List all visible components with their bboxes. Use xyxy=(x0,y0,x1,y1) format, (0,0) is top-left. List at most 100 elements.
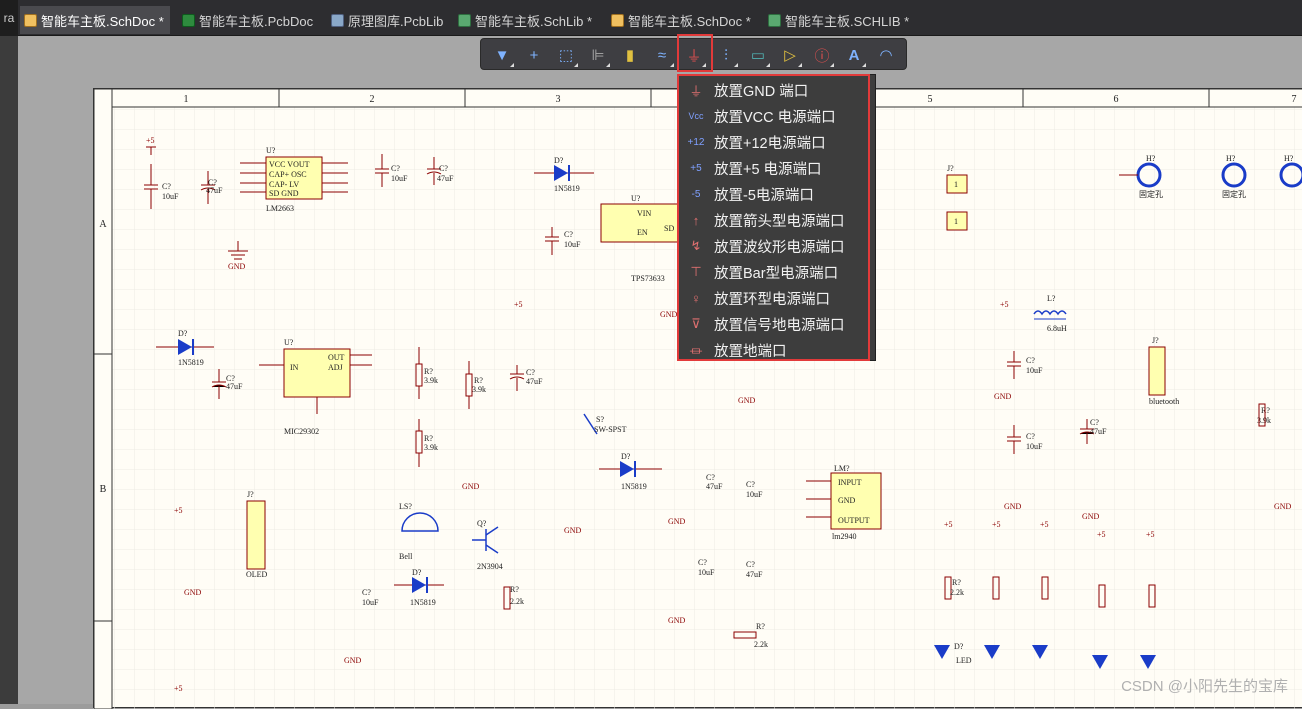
svg-text:10uF: 10uF xyxy=(746,490,763,499)
svg-text:Q?: Q? xyxy=(477,519,487,528)
svg-text:R?: R? xyxy=(424,367,433,376)
svg-text:GND: GND xyxy=(668,517,686,526)
row-label: B xyxy=(100,484,107,495)
svg-text:Bell: Bell xyxy=(399,552,413,561)
svg-text:+5: +5 xyxy=(1000,300,1009,309)
tab-schlib-upper[interactable]: 智能车主板.SCHLIB * xyxy=(768,8,909,32)
collapsed-panel-tab[interactable]: ra xyxy=(0,0,18,36)
svg-text:EN: EN xyxy=(637,228,648,237)
svg-text:SD GND: SD GND xyxy=(269,189,299,198)
svg-text:U?: U? xyxy=(631,194,641,203)
svg-text:OUTPUT: OUTPUT xyxy=(838,516,870,525)
svg-text:10uF: 10uF xyxy=(162,192,179,201)
align-icon[interactable]: ⊫ xyxy=(585,42,611,68)
svg-text:C?: C? xyxy=(1026,356,1035,365)
select-box-icon[interactable]: ⬚ xyxy=(553,42,579,68)
svg-text:1N5819: 1N5819 xyxy=(178,358,204,367)
tab-schdoc-main[interactable]: 智能车主板.SchDoc * xyxy=(20,6,170,34)
text-icon[interactable]: A xyxy=(841,42,867,68)
svg-text:C?: C? xyxy=(1090,418,1099,427)
col-label: 1 xyxy=(184,94,189,105)
port-icon[interactable]: ▷ xyxy=(777,42,803,68)
svg-text:SD: SD xyxy=(664,224,674,233)
svg-text:GND: GND xyxy=(564,526,582,535)
svg-text:L?: L? xyxy=(1047,294,1056,303)
svg-text:2.2k: 2.2k xyxy=(510,597,524,606)
svg-text:R?: R? xyxy=(756,622,765,631)
svg-text:1: 1 xyxy=(954,217,958,226)
document-tab-bar: ra 智能车主板.SchDoc * 智能车主板.PcbDoc 原理图库.PcbL… xyxy=(0,0,1302,36)
svg-text:LS?: LS? xyxy=(399,502,412,511)
tab-label: 智能车主板.SchDoc * xyxy=(41,13,164,29)
component-icon[interactable]: ▮ xyxy=(617,42,643,68)
svg-text:+5: +5 xyxy=(174,684,183,693)
svg-text:GND: GND xyxy=(1082,512,1100,521)
svg-text:J?: J? xyxy=(1152,336,1159,345)
svg-text:R?: R? xyxy=(424,434,433,443)
svg-text:LED: LED xyxy=(956,656,972,665)
svg-text:1N5819: 1N5819 xyxy=(410,598,436,607)
svg-text:47uF: 47uF xyxy=(206,186,223,195)
svg-text:lm2940: lm2940 xyxy=(832,532,856,541)
no-erc-icon[interactable]: ⓘ xyxy=(809,42,835,68)
tab-label: 智能车主板.SchDoc * xyxy=(628,13,751,29)
svg-text:CAP- LV: CAP- LV xyxy=(269,180,299,189)
svg-text:D?: D? xyxy=(621,452,631,461)
svg-text:C?: C? xyxy=(439,164,448,173)
filter-icon[interactable]: ▼ xyxy=(489,42,515,68)
svg-text:VIN: VIN xyxy=(637,209,651,218)
svg-text:GND: GND xyxy=(462,482,480,491)
tab-pcblib[interactable]: 原理图库.PcbLib xyxy=(331,8,443,32)
col-label: 5 xyxy=(928,94,933,105)
svg-text:3.9k: 3.9k xyxy=(424,376,438,385)
svg-text:H?: H? xyxy=(1146,154,1156,163)
svg-text:+5: +5 xyxy=(1040,520,1049,529)
svg-text:LM2663: LM2663 xyxy=(266,204,294,213)
svg-text:47uF: 47uF xyxy=(226,382,243,391)
svg-text:GND: GND xyxy=(228,262,246,271)
tab-pcbdoc[interactable]: 智能车主板.PcbDoc xyxy=(182,8,313,32)
svg-text:U?: U? xyxy=(266,146,276,155)
svg-text:CAP+ OSC: CAP+ OSC xyxy=(269,170,307,179)
svg-text:TPS73633: TPS73633 xyxy=(631,274,665,283)
tab-schlib[interactable]: 智能车主板.SchLib * xyxy=(458,8,592,32)
schlib-icon xyxy=(458,13,471,27)
row-label: A xyxy=(99,219,107,230)
svg-text:+5: +5 xyxy=(1097,530,1106,539)
svg-text:C?: C? xyxy=(706,473,715,482)
svg-text:10uF: 10uF xyxy=(362,598,379,607)
svg-text:10uF: 10uF xyxy=(1026,366,1043,375)
svg-text:VCC VOUT: VCC VOUT xyxy=(269,160,310,169)
pcbdoc-icon xyxy=(182,13,195,27)
svg-text:H?: H? xyxy=(1226,154,1236,163)
arc-icon[interactable]: ◠ xyxy=(873,42,899,68)
svg-text:bluetooth: bluetooth xyxy=(1149,397,1179,406)
svg-text:S?: S? xyxy=(596,415,604,424)
svg-text:R?: R? xyxy=(952,578,961,587)
svg-text:R?: R? xyxy=(1261,406,1270,415)
svg-text:H?: H? xyxy=(1284,154,1294,163)
svg-text:+5: +5 xyxy=(1146,530,1155,539)
svg-text:GND: GND xyxy=(1274,502,1292,511)
svg-text:C?: C? xyxy=(362,588,371,597)
cross-icon[interactable]: + xyxy=(521,42,547,68)
svg-text:2.2k: 2.2k xyxy=(950,588,964,597)
svg-text:10uF: 10uF xyxy=(391,174,408,183)
wire-icon[interactable]: ≈ xyxy=(649,42,675,68)
svg-text:47uF: 47uF xyxy=(746,570,763,579)
harness-icon[interactable]: ▭ xyxy=(745,42,771,68)
tab-label: 原理图库.PcbLib xyxy=(348,13,444,29)
svg-text:ADJ: ADJ xyxy=(328,363,343,372)
left-panel-strip xyxy=(0,36,18,704)
svg-text:C?: C? xyxy=(746,480,755,489)
svg-text:R?: R? xyxy=(510,585,519,594)
tab-schdoc-2[interactable]: 智能车主板.SchDoc * xyxy=(611,8,751,32)
svg-text:INPUT: INPUT xyxy=(838,478,862,487)
bus-icon[interactable]: ⫶ xyxy=(713,42,739,68)
svg-text:GND: GND xyxy=(668,616,686,625)
svg-text:10uF: 10uF xyxy=(564,240,581,249)
schdoc-icon xyxy=(24,13,37,27)
svg-text:固定孔: 固定孔 xyxy=(1222,189,1246,199)
svg-text:+5: +5 xyxy=(146,136,155,145)
svg-text:GND: GND xyxy=(184,588,202,597)
